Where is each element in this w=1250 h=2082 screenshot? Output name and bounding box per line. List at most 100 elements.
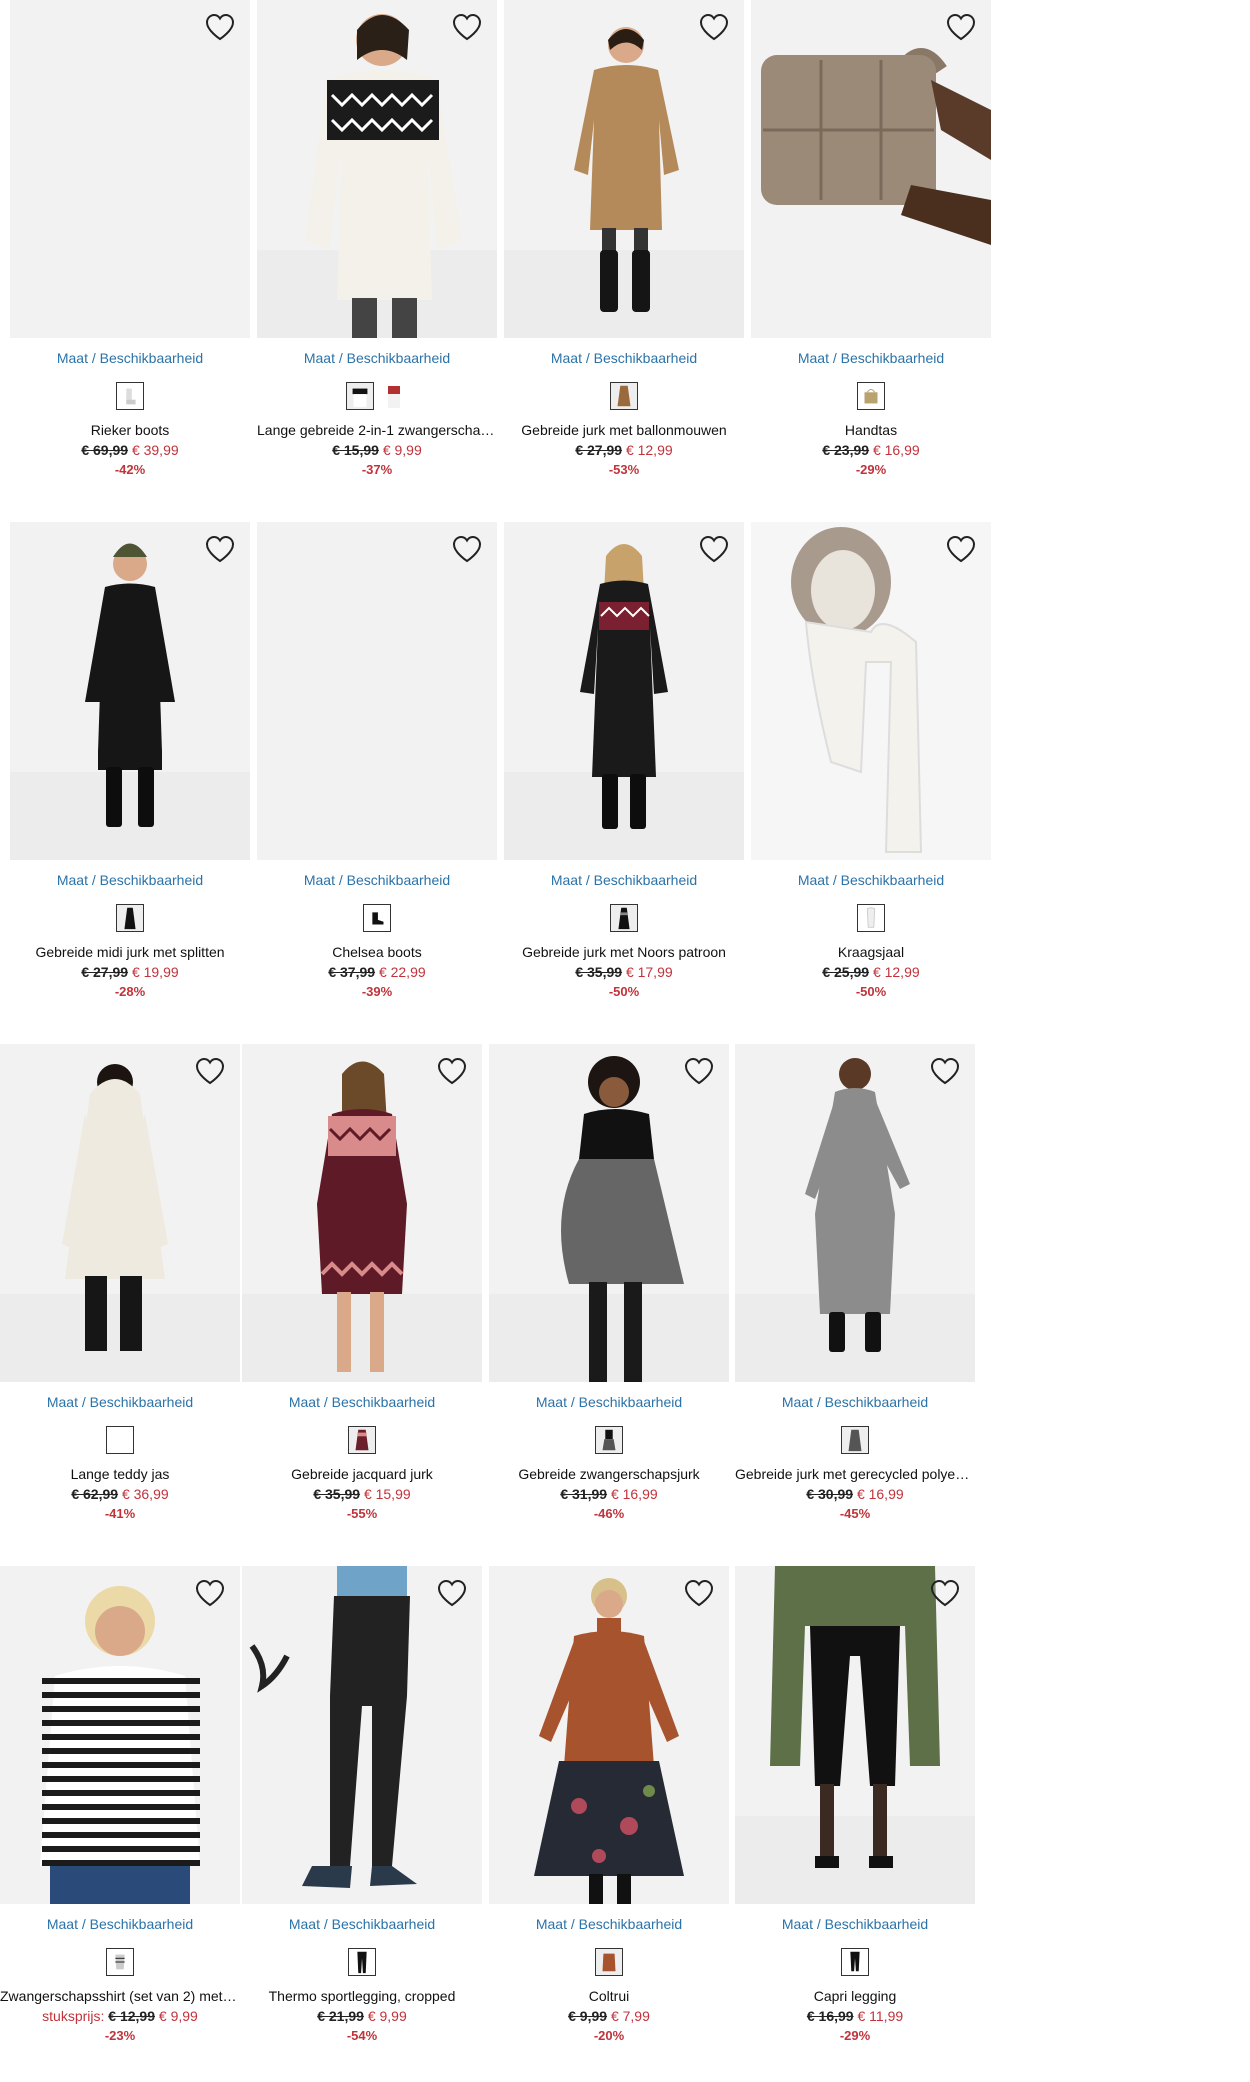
product-name[interactable]: Handtas — [751, 422, 991, 441]
product-name[interactable]: Gebreide jurk met Noors patroon — [504, 944, 744, 963]
old-price: € 69,99 — [81, 442, 129, 458]
product-name[interactable]: Coltrui — [489, 1988, 729, 2007]
product-name[interactable]: Gebreide zwangerschapsjurk — [489, 1466, 729, 1485]
product-image[interactable] — [489, 1566, 729, 1904]
size-availability-link[interactable]: Maat / Beschikbaarheid — [504, 350, 744, 368]
product-card[interactable]: Maat / Beschikbaarheid Coltrui € 9,99 € 7,… — [489, 1566, 729, 2046]
color-swatch[interactable] — [841, 1948, 869, 1976]
size-availability-link[interactable]: Maat / Beschikbaarheid — [0, 1394, 240, 1412]
product-name[interactable]: Lange gebreide 2-in-1 zwangerschapstrui — [257, 422, 497, 441]
size-availability-link[interactable]: Maat / Beschikbaarheid — [242, 1394, 482, 1412]
color-swatch[interactable] — [595, 1948, 623, 1976]
color-swatch[interactable] — [106, 1948, 134, 1976]
size-availability-link[interactable]: Maat / Beschikbaarheid — [257, 872, 497, 890]
wishlist-heart-icon[interactable] — [698, 12, 730, 42]
wishlist-heart-icon[interactable] — [436, 1578, 468, 1608]
wishlist-heart-icon[interactable] — [683, 1056, 715, 1086]
size-availability-link[interactable]: Maat / Beschikbaarheid — [0, 1916, 240, 1934]
product-card[interactable]: Maat / Beschikbaarheid Chelsea boots € 37,… — [257, 522, 497, 1002]
wishlist-heart-icon[interactable] — [204, 534, 236, 564]
color-swatch[interactable] — [116, 382, 144, 410]
product-image[interactable] — [751, 0, 991, 338]
product-card[interactable]: Maat / Beschikbaarheid Lange gebreide 2-i… — [257, 0, 497, 480]
color-swatch[interactable] — [380, 382, 408, 410]
product-image[interactable] — [242, 1044, 482, 1382]
size-availability-link[interactable]: Maat / Beschikbaarheid — [489, 1394, 729, 1412]
product-image[interactable] — [751, 522, 991, 860]
product-card[interactable]: Maat / Beschikbaarheid Capri legging € 16,… — [735, 1566, 975, 2046]
wishlist-heart-icon[interactable] — [945, 534, 977, 564]
wishlist-heart-icon[interactable] — [945, 12, 977, 42]
product-card[interactable]: Maat / Beschikbaarheid Gebreide jurk met … — [735, 1044, 975, 1524]
product-name[interactable]: Capri legging — [735, 1988, 975, 2007]
product-name[interactable]: Lange teddy jas — [0, 1466, 240, 1485]
color-swatch[interactable] — [841, 1426, 869, 1454]
product-name[interactable]: Gebreide jurk met gerecycled polyester — [735, 1466, 975, 1485]
product-name[interactable]: Zwangerschapsshirt (set van 2) met biolo… — [0, 1988, 240, 2007]
size-availability-link[interactable]: Maat / Beschikbaarheid — [242, 1916, 482, 1934]
product-card[interactable]: Maat / Beschikbaarheid Gebreide jurk met … — [504, 522, 744, 1002]
size-availability-link[interactable]: Maat / Beschikbaarheid — [257, 350, 497, 368]
product-name[interactable]: Gebreide jurk met ballonmouwen — [504, 422, 744, 441]
product-name[interactable]: Kraagsjaal — [751, 944, 991, 963]
product-image[interactable] — [0, 1044, 240, 1382]
product-name[interactable]: Gebreide midi jurk met splitten — [10, 944, 250, 963]
product-image[interactable] — [0, 1566, 240, 1904]
wishlist-heart-icon[interactable] — [929, 1578, 961, 1608]
color-swatch[interactable] — [595, 1426, 623, 1454]
size-availability-link[interactable]: Maat / Beschikbaarheid — [751, 350, 991, 368]
color-swatch[interactable] — [346, 382, 374, 410]
product-name[interactable]: Thermo sportlegging, cropped — [242, 1988, 482, 2007]
color-swatch[interactable] — [857, 382, 885, 410]
wishlist-heart-icon[interactable] — [436, 1056, 468, 1086]
product-card[interactable]: Maat / Beschikbaarheid Handtas € 23,99 € 1… — [751, 0, 991, 480]
product-image[interactable] — [10, 0, 250, 338]
product-card[interactable]: Maat / Beschikbaarheid Gebreide midi jurk… — [10, 522, 250, 1002]
product-image[interactable] — [735, 1044, 975, 1382]
product-card[interactable]: Maat / Beschikbaarheid Lange teddy jas € 6… — [0, 1044, 240, 1524]
color-swatch[interactable] — [116, 904, 144, 932]
product-image[interactable] — [10, 522, 250, 860]
size-availability-link[interactable]: Maat / Beschikbaarheid — [735, 1394, 975, 1412]
product-card[interactable]: Maat / Beschikbaarheid Kraagsjaal € 25,99 … — [751, 522, 991, 1002]
product-name[interactable]: Chelsea boots — [257, 944, 497, 963]
product-image[interactable] — [257, 522, 497, 860]
color-swatch[interactable] — [106, 1426, 134, 1454]
product-image[interactable] — [257, 0, 497, 338]
discount-badge: -37% — [361, 462, 393, 477]
size-availability-link[interactable]: Maat / Beschikbaarheid — [751, 872, 991, 890]
product-name[interactable]: Gebreide jacquard jurk — [242, 1466, 482, 1485]
sale-price: € 9,99 — [367, 2008, 407, 2024]
wishlist-heart-icon[interactable] — [929, 1056, 961, 1086]
color-swatch[interactable] — [610, 904, 638, 932]
color-swatch[interactable] — [857, 904, 885, 932]
size-availability-link[interactable]: Maat / Beschikbaarheid — [735, 1916, 975, 1934]
product-image[interactable] — [504, 522, 744, 860]
product-card[interactable]: Maat / Beschikbaarheid Thermo sportleggin… — [242, 1566, 482, 2046]
product-name[interactable]: Rieker boots — [10, 422, 250, 441]
color-swatch[interactable] — [348, 1426, 376, 1454]
color-swatch[interactable] — [610, 382, 638, 410]
product-card[interactable]: Maat / Beschikbaarheid Gebreide zwangersc… — [489, 1044, 729, 1524]
size-availability-link[interactable]: Maat / Beschikbaarheid — [10, 350, 250, 368]
color-swatch[interactable] — [363, 904, 391, 932]
product-card[interactable]: Maat / Beschikbaarheid Gebreide jurk met … — [504, 0, 744, 480]
size-availability-link[interactable]: Maat / Beschikbaarheid — [504, 872, 744, 890]
wishlist-heart-icon[interactable] — [451, 12, 483, 42]
product-image[interactable] — [489, 1044, 729, 1382]
wishlist-heart-icon[interactable] — [194, 1578, 226, 1608]
size-availability-link[interactable]: Maat / Beschikbaarheid — [489, 1916, 729, 1934]
product-image[interactable] — [504, 0, 744, 338]
product-image[interactable] — [242, 1566, 482, 1904]
product-image[interactable] — [735, 1566, 975, 1904]
color-swatch[interactable] — [348, 1948, 376, 1976]
product-card[interactable]: Maat / Beschikbaarheid Zwangerschapsshirt… — [0, 1566, 240, 2046]
wishlist-heart-icon[interactable] — [683, 1578, 715, 1608]
product-card[interactable]: Maat / Beschikbaarheid Rieker boots € 69,9… — [10, 0, 250, 480]
wishlist-heart-icon[interactable] — [451, 534, 483, 564]
wishlist-heart-icon[interactable] — [204, 12, 236, 42]
product-card[interactable]: Maat / Beschikbaarheid Gebreide jacquard … — [242, 1044, 482, 1524]
wishlist-heart-icon[interactable] — [698, 534, 730, 564]
wishlist-heart-icon[interactable] — [194, 1056, 226, 1086]
size-availability-link[interactable]: Maat / Beschikbaarheid — [10, 872, 250, 890]
